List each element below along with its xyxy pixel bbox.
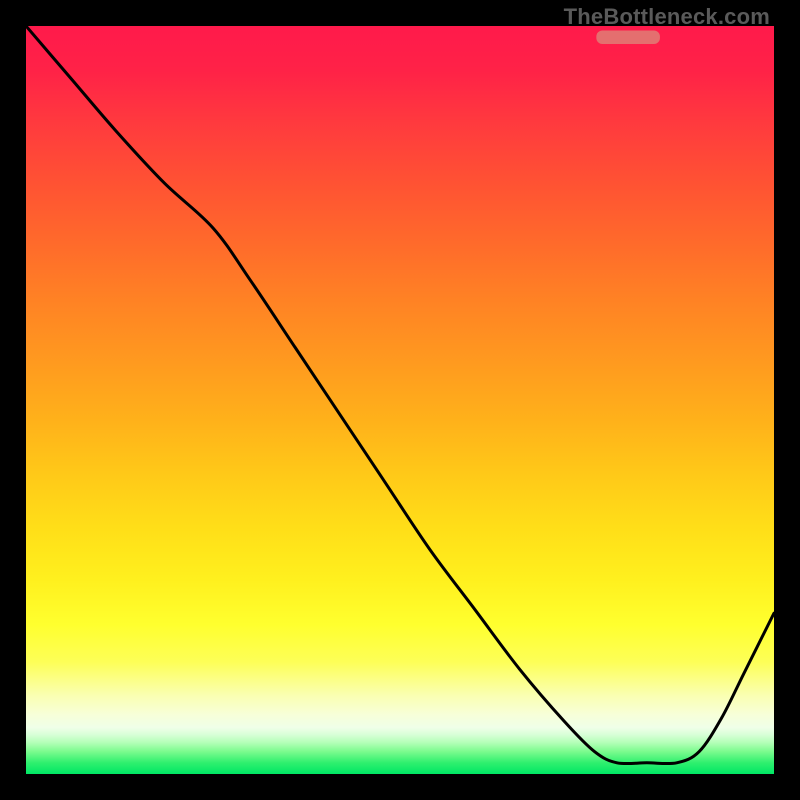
optimal-marker <box>596 30 660 43</box>
gradient-background <box>26 26 774 774</box>
chart-frame <box>26 26 774 774</box>
bottleneck-chart <box>26 26 774 774</box>
